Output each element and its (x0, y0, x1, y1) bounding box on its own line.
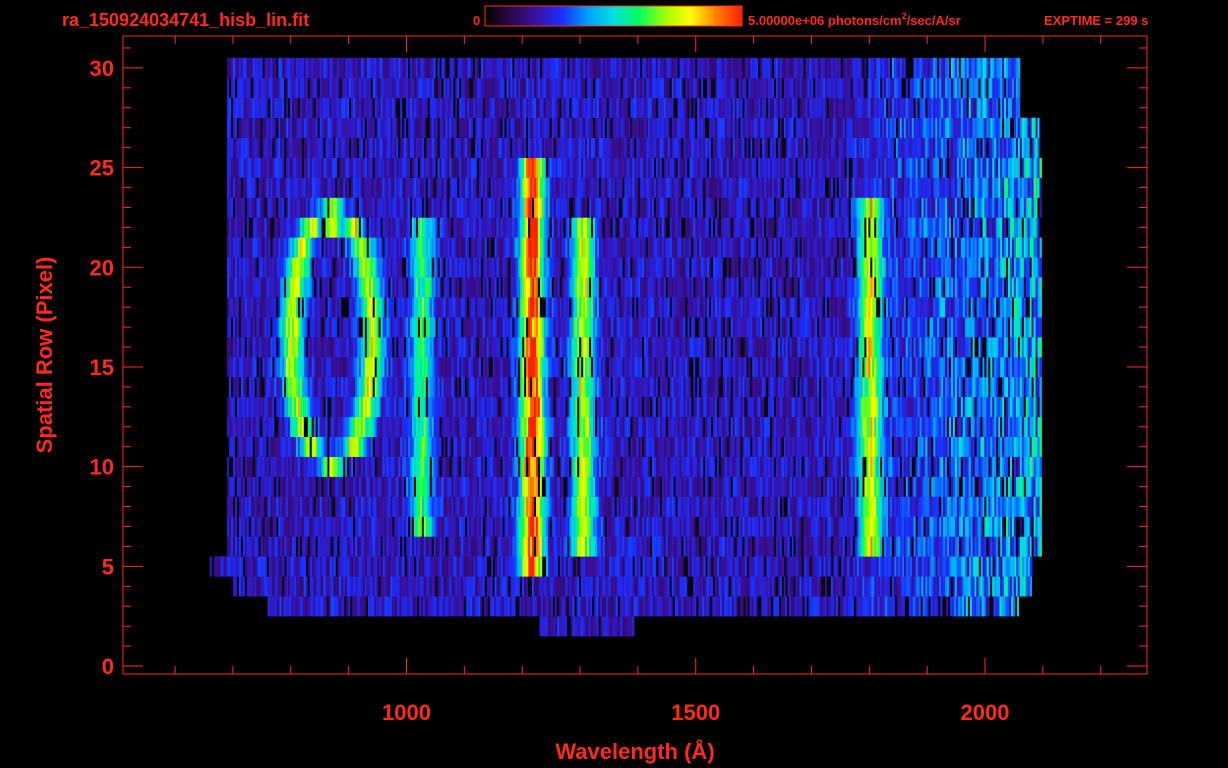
colorbar-max-label: 5.00000e+06 photons/cm2/sec/A/sr (748, 11, 961, 28)
heatmap-cell (1039, 436, 1042, 457)
heatmap-cell (1039, 476, 1042, 497)
heatmap-cell (1039, 496, 1042, 517)
spectral-image-chart: ra_150924034741_hisb_lin.fit 0 5.00000e+… (32, 5, 1148, 764)
heatmap-cell (1030, 556, 1033, 577)
heatmap-cell (1039, 536, 1042, 557)
heatmap-cell (1019, 596, 1022, 617)
heatmap-cell (1029, 576, 1032, 597)
heatmap-cell (1039, 396, 1042, 418)
heatmap-cell (632, 616, 635, 637)
heatmap-cell (1039, 456, 1042, 477)
colorbar: 0 5.00000e+06 photons/cm2/sec/A/sr (473, 5, 961, 28)
file-title: ra_150924034741_hisb_lin.fit (62, 10, 309, 30)
exptime-label: EXPTIME = 299 s (1044, 13, 1148, 28)
spectral-heatmap (209, 57, 1042, 637)
heatmap-cell (1039, 516, 1042, 537)
heatmap-cell (1039, 416, 1042, 437)
heatmap-cell (1039, 376, 1042, 398)
colorbar-min-label: 0 (473, 13, 480, 28)
colorbar-gradient (484, 5, 743, 27)
